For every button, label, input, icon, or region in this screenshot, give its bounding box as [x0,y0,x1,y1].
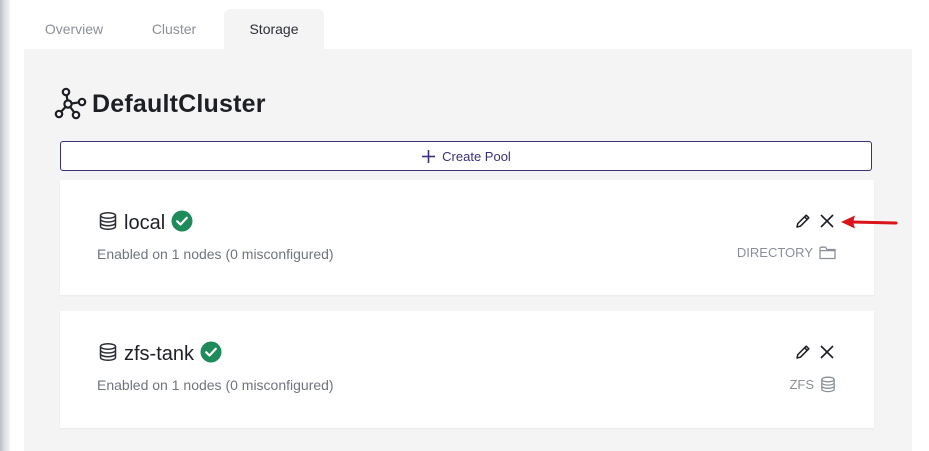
pool-card-zfs-tank: zfs-tank Enabled on 1 nodes (0 misconfig… [60,311,874,428]
delete-close-icon[interactable] [818,212,836,230]
tab-bar: Overview Cluster Storage [24,9,324,49]
pool-card-local: local Enabled on 1 nodes (0 misconfigure… [60,180,874,295]
database-icon [98,211,118,236]
status-ok-icon [171,210,193,237]
pool-header: zfs-tank [98,341,222,367]
edit-pencil-icon[interactable] [794,212,812,230]
pool-driver: DIRECTORY [737,245,836,260]
window-edge-shadow [0,0,10,451]
pool-driver: ZFS [789,376,836,393]
tab-cluster[interactable]: Cluster [124,9,224,49]
tab-overview[interactable]: Overview [24,9,124,49]
tab-storage[interactable]: Storage [224,9,324,49]
cluster-graph-icon [54,87,88,121]
edit-pencil-icon[interactable] [794,343,812,361]
delete-close-icon[interactable] [818,343,836,361]
pool-actions [788,343,836,361]
driver-label: DIRECTORY [736,245,813,260]
pool-header: local [98,210,193,236]
app-frame: Overview Cluster Storage DefaultCluster … [0,0,929,451]
pool-summary: Enabled on 1 nodes (0 misconfigured) [97,377,334,393]
create-pool-button[interactable]: Create Pool [60,141,872,171]
pool-name: zfs-tank [124,342,195,365]
storage-panel: DefaultCluster Create Pool local Enabled… [24,49,912,451]
plus-icon [421,149,436,164]
cluster-header: DefaultCluster [54,87,266,121]
folder-icon [819,245,836,260]
page-title: DefaultCluster [92,89,266,118]
pool-actions [788,212,836,230]
database-small-icon [820,376,836,393]
create-pool-label: Create Pool [442,148,511,164]
driver-label: ZFS [789,377,814,392]
status-ok-icon [200,341,222,368]
pool-summary: Enabled on 1 nodes (0 misconfigured) [97,246,334,262]
pool-name: local [124,211,166,234]
database-icon [98,342,118,367]
annotation-arrow-icon [838,212,898,237]
